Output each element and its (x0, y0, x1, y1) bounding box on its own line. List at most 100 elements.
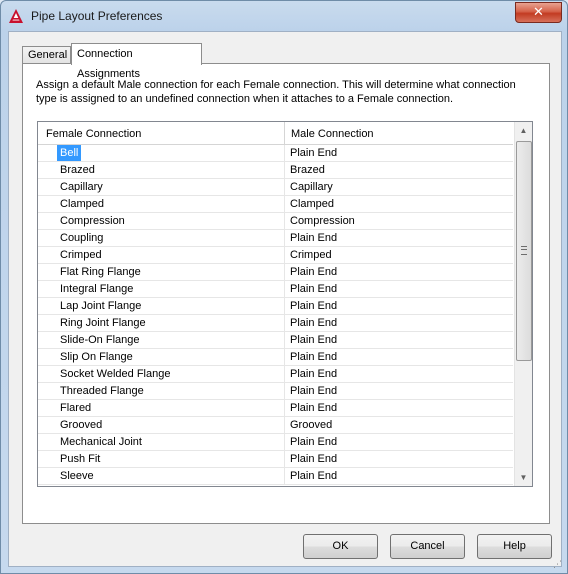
female-connection-cell[interactable]: Lap Joint Flange (60, 298, 141, 314)
male-connection-cell[interactable]: Compression (290, 213, 355, 229)
male-connection-cell[interactable]: Plain End (290, 281, 337, 297)
vertical-scrollbar[interactable]: ▲ ▼ (514, 122, 532, 486)
female-connection-cell[interactable]: Clamped (60, 196, 104, 212)
table-row[interactable]: Flat Ring Flange Plain End (38, 264, 513, 281)
column-header-female[interactable]: Female Connection (46, 122, 141, 144)
cell-divider (284, 281, 285, 297)
male-connection-cell[interactable]: Plain End (290, 332, 337, 348)
female-connection-cell[interactable]: Flared (60, 400, 91, 416)
autocad-logo-icon (9, 9, 23, 23)
female-connection-cell[interactable]: Capillary (60, 179, 103, 195)
female-connection-cell[interactable]: Socket Welded Flange (60, 366, 170, 382)
female-connection-cell[interactable]: Push Fit (60, 451, 100, 467)
male-connection-cell[interactable]: Plain End (290, 366, 337, 382)
male-connection-cell[interactable]: Plain End (290, 145, 337, 161)
female-connection-cell[interactable]: Sleeve (60, 468, 94, 484)
female-connection-cell[interactable]: Mechanical Joint (60, 434, 142, 450)
female-connection-cell[interactable]: Grooved (60, 417, 102, 433)
list-header: Female Connection Male Connection (38, 122, 513, 145)
female-connection-cell[interactable]: Ring Joint Flange (60, 315, 146, 331)
table-row[interactable]: Brazed Brazed (38, 162, 513, 179)
cell-divider (284, 145, 285, 161)
female-connection-cell[interactable]: Integral Flange (60, 281, 133, 297)
male-connection-cell[interactable]: Plain End (290, 434, 337, 450)
ok-button[interactable]: OK (303, 534, 378, 559)
table-row[interactable]: Threaded Flange Plain End (38, 383, 513, 400)
table-row[interactable]: Mechanical Joint Plain End (38, 434, 513, 451)
male-connection-cell[interactable]: Brazed (290, 162, 325, 178)
table-row[interactable]: Lap Joint Flange Plain End (38, 298, 513, 315)
table-row[interactable]: Grooved Grooved (38, 417, 513, 434)
help-button[interactable]: Help (477, 534, 552, 559)
male-connection-cell[interactable]: Grooved (290, 417, 332, 433)
male-connection-cell[interactable]: Crimped (290, 247, 332, 263)
male-connection-cell[interactable]: Plain End (290, 230, 337, 246)
title-bar[interactable]: Pipe Layout Preferences ✕ (1, 1, 567, 31)
table-row[interactable]: Ring Joint Flange Plain End (38, 315, 513, 332)
cell-divider (284, 196, 285, 212)
table-row[interactable]: Flared Plain End (38, 400, 513, 417)
table-row[interactable]: Socket Welded Flange Plain End (38, 366, 513, 383)
female-connection-cell[interactable]: Slip On Flange (60, 349, 133, 365)
table-row[interactable]: Slip On Flange Plain End (38, 349, 513, 366)
tab-general[interactable]: General (22, 46, 71, 64)
column-header-male[interactable]: Male Connection (291, 122, 374, 144)
female-connection-cell[interactable]: Coupling (60, 230, 103, 246)
cell-divider (284, 417, 285, 433)
female-connection-cell[interactable]: Bell (57, 145, 82, 161)
table-row[interactable]: Slide-On Flange Plain End (38, 332, 513, 349)
cell-divider (284, 349, 285, 365)
table-row[interactable]: Clamped Clamped (38, 196, 513, 213)
female-connection-cell[interactable]: Threaded Flange (60, 383, 144, 399)
cell-divider (284, 230, 285, 246)
female-connection-cell[interactable]: Brazed (60, 162, 95, 178)
male-connection-cell[interactable]: Plain End (290, 264, 337, 280)
cell-divider (284, 400, 285, 416)
scroll-up-arrow-icon[interactable]: ▲ (515, 122, 532, 139)
window-title: Pipe Layout Preferences (31, 9, 163, 23)
table-row[interactable]: Integral Flange Plain End (38, 281, 513, 298)
table-row[interactable]: Push Fit Plain End (38, 451, 513, 468)
list-rows: Bell Plain End Brazed Brazed Capillary Capill… (38, 145, 513, 485)
cell-divider (284, 247, 285, 263)
cell-divider (284, 315, 285, 331)
cell-divider (284, 179, 285, 195)
male-connection-cell[interactable]: Plain End (290, 400, 337, 416)
cell-divider (284, 298, 285, 314)
male-connection-cell[interactable]: Plain End (290, 383, 337, 399)
scroll-down-arrow-icon[interactable]: ▼ (515, 469, 532, 486)
female-connection-cell[interactable]: Compression (60, 213, 125, 229)
scrollbar-thumb[interactable] (516, 141, 532, 361)
table-row[interactable]: Coupling Plain End (38, 230, 513, 247)
male-connection-cell[interactable]: Plain End (290, 298, 337, 314)
dialog-client-area: General Connection Assignments Assign a … (8, 31, 562, 567)
female-connection-cell[interactable]: Flat Ring Flange (60, 264, 141, 280)
table-row[interactable]: Capillary Capillary (38, 179, 513, 196)
cancel-button[interactable]: Cancel (390, 534, 465, 559)
table-row[interactable]: Bell Plain End (38, 145, 513, 162)
male-connection-cell[interactable]: Plain End (290, 315, 337, 331)
table-row[interactable]: Compression Compression (38, 213, 513, 230)
cell-divider (284, 366, 285, 382)
cell-divider (284, 213, 285, 229)
female-connection-cell[interactable]: Slide-On Flange (60, 332, 140, 348)
resize-grip-icon[interactable]: ⋰ (553, 559, 563, 569)
male-connection-cell[interactable]: Plain End (290, 349, 337, 365)
male-connection-cell[interactable]: Clamped (290, 196, 334, 212)
cell-divider (284, 383, 285, 399)
female-connection-cell[interactable]: Crimped (60, 247, 102, 263)
male-connection-cell[interactable]: Plain End (290, 451, 337, 467)
cell-divider (284, 468, 285, 484)
close-button[interactable]: ✕ (515, 2, 562, 23)
male-connection-cell[interactable]: Plain End (290, 468, 337, 484)
table-row[interactable]: Crimped Crimped (38, 247, 513, 264)
cell-divider (284, 434, 285, 450)
cell-divider (284, 332, 285, 348)
connection-list[interactable]: Female Connection Male Connection Bell Pl… (37, 121, 533, 487)
tab-connection-assignments[interactable]: Connection Assignments (71, 43, 202, 80)
column-divider[interactable] (284, 122, 285, 144)
tab-panel: Assign a default Male connection for eac… (22, 63, 550, 524)
male-connection-cell[interactable]: Capillary (290, 179, 333, 195)
table-row[interactable]: Sleeve Plain End (38, 468, 513, 485)
cell-divider (284, 451, 285, 467)
